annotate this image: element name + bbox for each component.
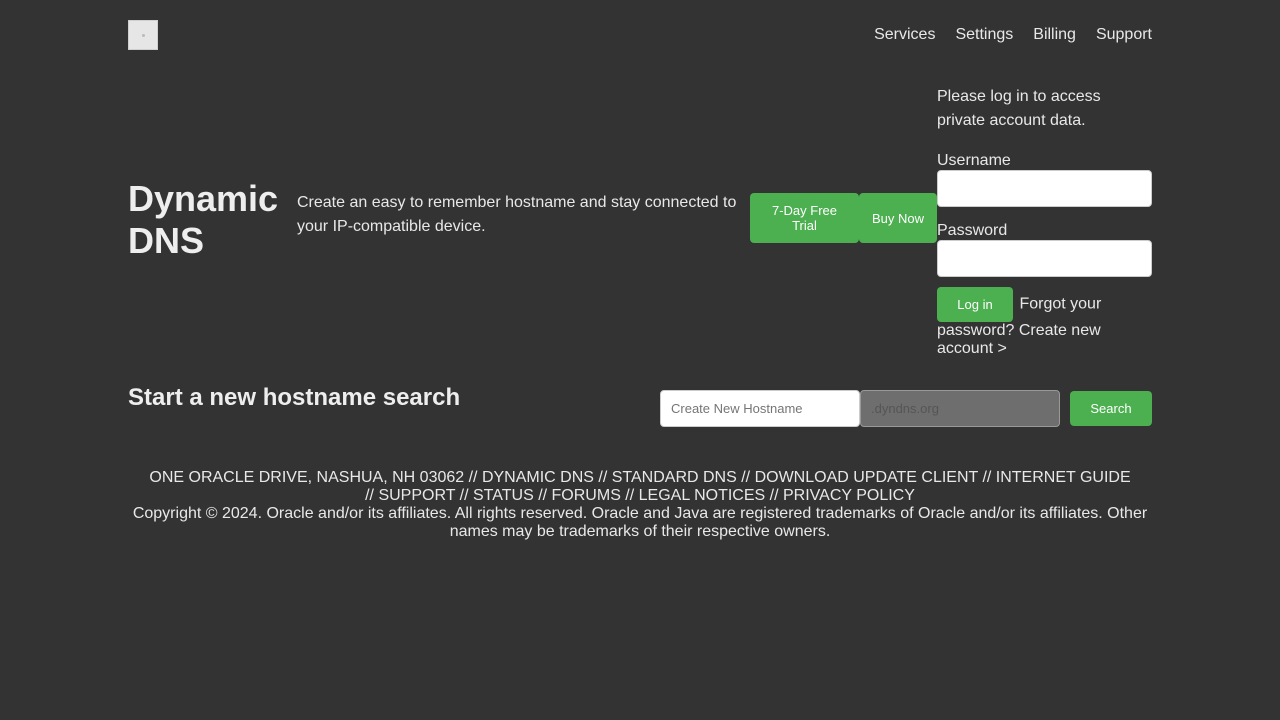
footer-separator: // [533, 487, 552, 504]
footer-separator: // [464, 469, 482, 486]
username-label: Username [937, 152, 1011, 169]
login-message: Please log in to access private account … [937, 88, 1101, 129]
footer-separator: // [736, 469, 755, 486]
free-trial-button[interactable]: 7-Day Free Trial [750, 193, 859, 243]
footer-link-dynamic-dns[interactable]: DYNAMIC DNS [482, 469, 594, 486]
password-field[interactable] [937, 240, 1152, 277]
footer-separator: // [455, 487, 473, 504]
footer-link-support[interactable]: SUPPORT [378, 487, 455, 504]
nav-support[interactable]: Support [1096, 25, 1152, 45]
footer-link-download-client[interactable]: DOWNLOAD UPDATE CLIENT [755, 469, 978, 486]
footer-link-forums[interactable]: FORUMS [552, 487, 621, 504]
login-panel: Please log in to access private account … [937, 85, 1152, 358]
footer-separator: // [365, 487, 379, 504]
username-field[interactable] [937, 170, 1152, 207]
footer-link-status[interactable]: STATUS [473, 487, 534, 504]
password-label: Password [937, 222, 1008, 239]
footer-separator: // [765, 487, 783, 504]
logo-icon [141, 33, 145, 37]
nav-billing[interactable]: Billing [1033, 25, 1076, 45]
search-title: Start a new hostname search [128, 384, 461, 411]
login-footer: Log in Forgot your password? Create new … [937, 287, 1152, 358]
page-footer: ONE ORACLE DRIVE, NASHUA, NH 03062 // DY… [128, 469, 1152, 541]
footer-link-standard-dns[interactable]: STANDARD DNS [612, 469, 737, 486]
nav-settings[interactable]: Settings [955, 25, 1013, 45]
hero-description: Create an easy to remember hostname and … [297, 194, 737, 235]
footer-link-legal[interactable]: LEGAL NOTICES [639, 487, 766, 504]
hostname-input[interactable] [660, 390, 860, 427]
top-nav: Services Settings Billing Support [874, 25, 1152, 45]
footer-address: ONE ORACLE DRIVE, NASHUA, NH 03062 [149, 469, 465, 486]
footer-link-internet-guide[interactable]: INTERNET GUIDE [996, 469, 1131, 486]
footer-separator: // [978, 469, 996, 486]
copyright-text: Copyright © 2024. Oracle and/or its affi… [132, 505, 1148, 540]
buy-now-button[interactable]: Buy Now [859, 193, 937, 243]
footer-link-privacy[interactable]: PRIVACY POLICY [783, 487, 915, 504]
nav-services[interactable]: Services [874, 25, 935, 45]
login-button[interactable]: Log in [937, 287, 1013, 322]
footer-links: ONE ORACLE DRIVE, NASHUA, NH 03062 // DY… [128, 469, 1152, 505]
page-title: Dynamic DNS [128, 178, 279, 261]
search-button[interactable]: Search [1070, 391, 1152, 426]
footer-separator: // [620, 487, 639, 504]
site-logo[interactable] [128, 20, 158, 50]
footer-separator: // [593, 469, 612, 486]
domain-select[interactable] [860, 390, 1060, 427]
